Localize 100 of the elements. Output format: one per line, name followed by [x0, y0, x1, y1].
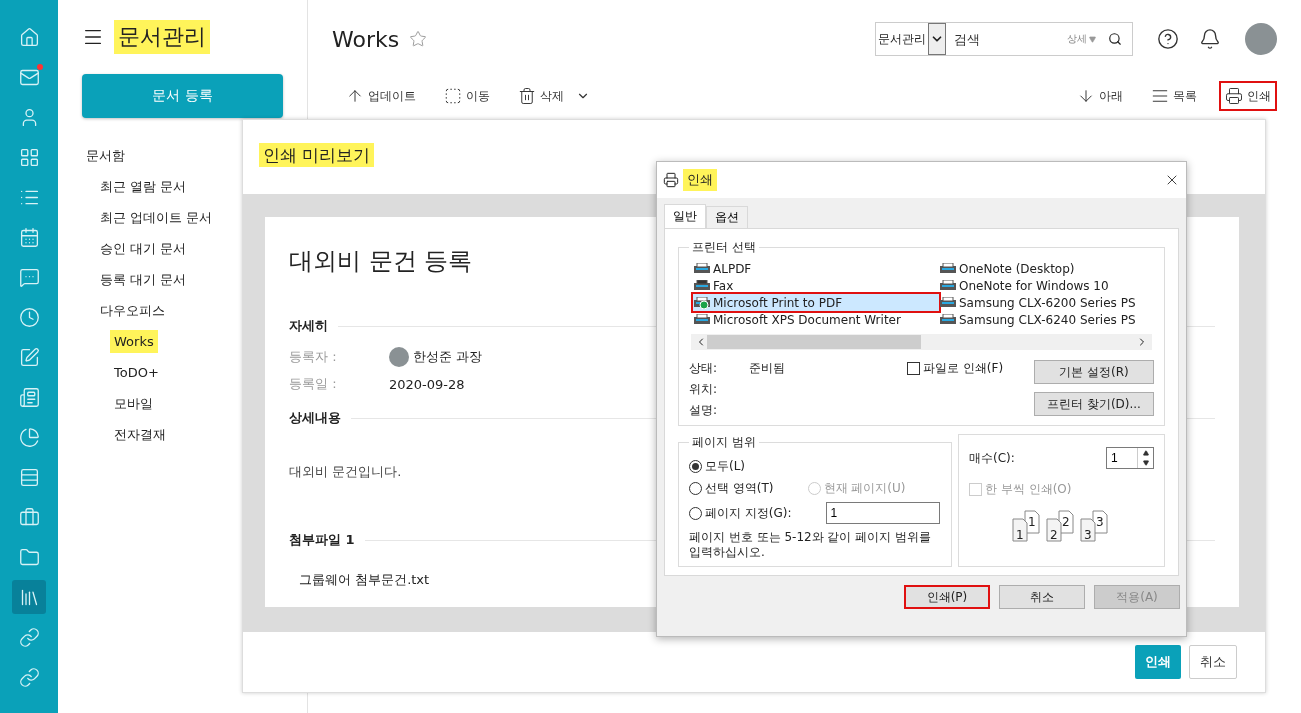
horizontal-scrollbar[interactable] [691, 334, 1152, 350]
nav-item[interactable]: 최근 업데이트 문서 [96, 206, 217, 229]
page-title: Works [332, 26, 400, 52]
printer-icon [663, 172, 679, 188]
up-icon [346, 87, 364, 105]
group-label: 프린터 선택 [691, 239, 757, 256]
calendar-icon [18, 226, 40, 248]
down-icon [1077, 87, 1095, 105]
printer-icon [693, 313, 711, 326]
scope-select[interactable]: 문서관리 [876, 23, 928, 55]
detail-toggle[interactable]: 상세 [1067, 32, 1087, 46]
range-hint: 페이지 번호 또는 5-12와 같이 페이지 범위를 입력하십시오. [689, 530, 933, 560]
printer-item[interactable]: Samsung CLX-6200 Series PS [939, 294, 1150, 311]
printer-item[interactable]: Microsoft XPS Document Writer [693, 311, 939, 328]
print-button[interactable]: 인쇄(P) [904, 585, 990, 609]
nav-item[interactable]: 문서함 [82, 144, 129, 167]
preferences-button[interactable]: 기본 설정(R) [1034, 360, 1154, 384]
printer-icon [693, 262, 711, 275]
caret-icon [1089, 35, 1096, 43]
copies-field[interactable]: 1 [1106, 447, 1154, 469]
tab[interactable]: 옵션 [706, 206, 748, 228]
info-label: 위치: [689, 381, 719, 398]
default-printer-icon [693, 296, 711, 309]
delete-icon [518, 87, 536, 105]
chart-icon [18, 426, 40, 448]
toolbar-button[interactable]: 아래 [1071, 81, 1129, 111]
nav-item[interactable]: 모바일 [110, 392, 157, 415]
radio-option[interactable]: 선택 영역(T) [689, 480, 774, 497]
help-icon[interactable] [1157, 28, 1179, 50]
spin-down-icon[interactable] [1142, 460, 1149, 466]
chat-icon [18, 266, 40, 288]
note-icon [18, 386, 40, 408]
grid-icon [18, 146, 40, 168]
spin-up-icon[interactable] [1142, 450, 1149, 456]
nav-item[interactable]: 최근 열람 문서 [96, 175, 191, 198]
search-icon[interactable] [1108, 32, 1122, 46]
clock-icon [18, 306, 40, 328]
printer-item[interactable]: ALPDF [693, 260, 939, 277]
radio-option[interactable]: 페이지 지정(G): [689, 504, 792, 522]
group-label: 페이지 범위 [691, 434, 757, 451]
print-icon [1225, 87, 1243, 105]
cancel-button[interactable]: 취소 [999, 585, 1085, 609]
printer-item[interactable]: Fax [693, 277, 939, 294]
copies-label: 매수(C): [969, 449, 1015, 467]
fax-icon [693, 279, 711, 292]
field-label: 등록일 : [289, 375, 338, 393]
link-icon [18, 666, 40, 688]
nav-item[interactable]: ToDO+ [110, 361, 163, 384]
tab[interactable]: 일반 [664, 204, 706, 228]
dialog-title: 인쇄 [683, 169, 717, 191]
description-text: 대외비 문건입니다. [289, 463, 402, 481]
modal-title: 인쇄 미리보기 [259, 143, 375, 167]
nav-item[interactable]: 승인 대기 문서 [96, 237, 191, 260]
printer-icon [939, 262, 957, 275]
nav-item[interactable]: 다우오피스 [96, 299, 169, 322]
star-icon[interactable] [409, 30, 428, 48]
printer-icon [939, 279, 957, 292]
search-field[interactable]: 문서관리 검색 상세 [875, 22, 1133, 56]
printer-item[interactable]: Samsung CLX-6240 Series PS [939, 311, 1150, 328]
section-heading: 자세히 [289, 317, 328, 335]
printer-icon [939, 313, 957, 326]
toolbar-button[interactable]: 목록 [1145, 81, 1203, 111]
nav-item[interactable]: Works [110, 330, 158, 353]
briefcase-icon [18, 506, 40, 528]
home-icon [18, 26, 40, 48]
rail-button[interactable] [12, 580, 46, 614]
printer-item[interactable]: Microsoft Print to PDF [693, 294, 939, 311]
avatar[interactable] [1245, 23, 1277, 55]
info-label: 설명: [689, 402, 719, 419]
file-name[interactable]: 그룹웨어 첨부문건.txt [299, 571, 430, 589]
section-heading: 첨부파일 1 [289, 531, 355, 549]
toolbar-button[interactable]: 인쇄 [1219, 81, 1277, 111]
bell-icon[interactable] [1199, 28, 1221, 50]
collate-pages-drawing: 1 1 2 2 3 3 [1010, 510, 1113, 544]
edit-icon [18, 346, 40, 368]
info-value: 준비됨 [749, 360, 785, 377]
section-heading: 상세내용 [289, 409, 341, 427]
nav-item[interactable]: 전자결재 [110, 423, 170, 446]
folder-icon [18, 546, 40, 568]
toolbar-button[interactable]: 이동 [438, 81, 496, 111]
field-value: 한성준 과장 [413, 348, 483, 366]
find-printer-button[interactable]: 프린터 찾기(D)... [1034, 392, 1154, 416]
link-icon [18, 626, 40, 648]
info-label: 상태: [689, 360, 719, 377]
field-label: 등록자 : [289, 348, 338, 366]
field-value: 2020-09-28 [389, 376, 465, 392]
stack-icon [18, 466, 40, 488]
toolbar-button[interactable]: 업데이트 [340, 81, 422, 111]
printer-icon [939, 296, 957, 309]
page-range-field[interactable]: 1 [825, 502, 940, 524]
printer-item[interactable]: OneNote (Desktop) [939, 260, 1150, 277]
print-to-file-checkbox[interactable]: 파일로 인쇄(F) [907, 360, 1004, 377]
app-title: 문서관리 [114, 20, 210, 54]
toolbar-button[interactable]: 삭제 [512, 81, 596, 111]
printer-item[interactable]: OneNote for Windows 10 [939, 277, 1150, 294]
list-icon [1151, 87, 1169, 105]
cancel-button[interactable]: 취소 [1189, 645, 1237, 679]
document-title: 대외비 문건 등록 [289, 246, 473, 277]
nav-item[interactable]: 등록 대기 문서 [96, 268, 191, 291]
radio-option[interactable]: 모두(L) [689, 458, 746, 475]
